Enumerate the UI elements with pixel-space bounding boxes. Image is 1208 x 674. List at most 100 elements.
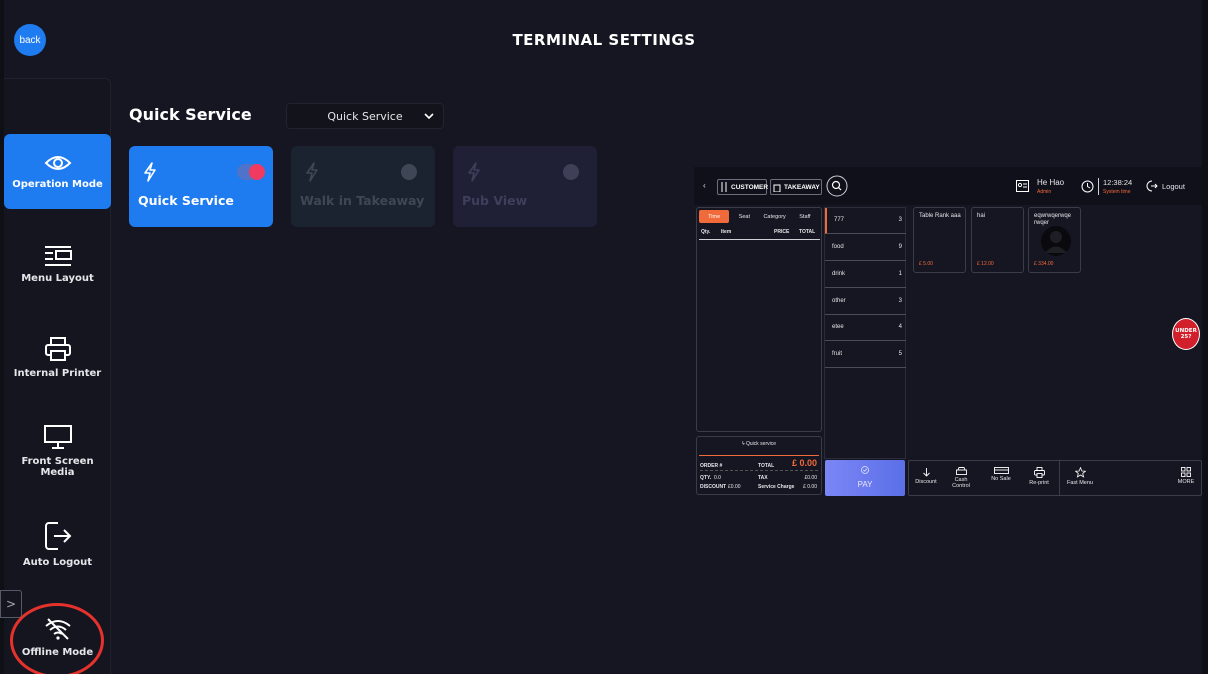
select-value: Quick Service xyxy=(327,109,403,123)
preview-action-fast-menu: Fast Menu xyxy=(1061,466,1099,486)
lightning-icon xyxy=(468,162,480,182)
mode-card-label: Walk in Takeaway xyxy=(300,193,425,208)
lightning-icon xyxy=(144,162,156,182)
chevron-right-icon: > xyxy=(5,597,17,611)
sidebar: Operation Mode Menu Layout Internal Prin… xyxy=(4,78,111,674)
preview-product-card: Table Rank aaa £ 5.00 xyxy=(913,207,966,273)
preview-user-role: Admin xyxy=(1037,189,1052,195)
toggle-knob xyxy=(249,164,265,180)
preview-col-total: TOTAL xyxy=(799,229,816,235)
preview-discount-label: DISCOUNT xyxy=(700,484,727,490)
toggle-switch[interactable] xyxy=(237,164,265,180)
preview-time: 12:38:24 xyxy=(1103,178,1133,187)
preview-category-item: drink 1 xyxy=(825,262,906,288)
preview-service-value: £ 0.00 xyxy=(803,484,817,490)
preview-mode-label: ϟ Quick service xyxy=(741,441,777,447)
id-card-icon xyxy=(1016,180,1029,192)
preview-category-item: etee 4 xyxy=(825,315,906,341)
preview-order-tab: Staff xyxy=(799,213,811,220)
window-right-edge xyxy=(1202,0,1208,674)
cutlery-icon xyxy=(721,182,727,192)
preview-order-tab: Time xyxy=(699,210,730,223)
preview-tax-value: £0.00 xyxy=(804,475,817,481)
preview-qty-label: QTY. xyxy=(700,475,712,481)
sidebar-item-internal-printer[interactable]: Internal Printer xyxy=(4,320,111,395)
preview-customer-button: CUSTOMER xyxy=(717,179,769,195)
search-icon xyxy=(826,175,848,197)
mode-card-label: Pub View xyxy=(462,193,528,208)
preview-order-tab: Seat xyxy=(738,213,751,220)
preview-category-item: food 9 xyxy=(825,235,906,261)
preview-takeaway-label: TAKEAWAY xyxy=(784,183,820,191)
preview-total-label: TOTAL xyxy=(758,463,775,469)
preview-topbar: ‹ CUSTOMER TAKEAWAY He Hao Admin 12:38:2… xyxy=(694,167,1202,205)
sidebar-item-label: Front Screen Media xyxy=(21,455,94,478)
preview-action-no-sale: No Sale xyxy=(985,467,1017,482)
toggle-knob xyxy=(401,164,417,180)
pos-preview: ‹ CUSTOMER TAKEAWAY He Hao Admin 12:38:2… xyxy=(694,167,1202,497)
sidebar-item-auto-logout[interactable]: Auto Logout xyxy=(4,507,111,582)
preview-category-item: 777 3 xyxy=(825,208,906,234)
printer-icon xyxy=(44,337,71,361)
preview-action-reprint: Re-print xyxy=(1023,467,1055,486)
bag-icon xyxy=(773,184,781,192)
preview-product-card: eqwrwqerwqe rwqer £ 334.00 xyxy=(1028,207,1081,273)
preview-order-tab: Category xyxy=(763,213,786,220)
preview-time-label: System time xyxy=(1103,189,1131,195)
preview-product-price: £ 5.00 xyxy=(919,261,933,267)
preview-col-qty: Qty. xyxy=(701,229,711,235)
clock-icon xyxy=(1081,180,1094,193)
toggle-switch[interactable] xyxy=(561,164,587,180)
preview-category-item: fruit 5 xyxy=(825,342,906,368)
logout-icon xyxy=(44,522,71,550)
preview-order-summary: ϟ Quick service ORDER # TOTAL £ 0.00 QTY… xyxy=(696,436,822,495)
sidebar-item-front-screen-media[interactable]: Front Screen Media xyxy=(4,413,111,488)
mode-card-walk-in-takeaway[interactable]: Walk in Takeaway xyxy=(291,146,435,227)
printer-icon xyxy=(1033,467,1045,478)
preview-order-header: Qty. Item PRICE TOTAL xyxy=(699,226,820,240)
logout-icon xyxy=(1146,180,1158,192)
preview-action-discount: Discount xyxy=(911,467,941,485)
eye-icon xyxy=(44,156,71,170)
operation-mode-select[interactable]: Quick Service xyxy=(286,103,444,129)
sidebar-item-label: Auto Logout xyxy=(22,557,93,568)
preview-col-item: Item xyxy=(721,229,732,235)
preview-discount-value: £0.00 xyxy=(728,484,741,490)
preview-category-item: other 3 xyxy=(825,289,906,315)
sidebar-collapse-button[interactable]: > xyxy=(0,590,22,618)
under-25-badge: UNDER 25? xyxy=(1172,318,1200,350)
mode-card-quick-service[interactable]: Quick Service xyxy=(129,146,273,227)
toggle-switch[interactable] xyxy=(399,164,425,180)
chevron-down-icon xyxy=(424,113,434,120)
preview-action-cash-control: Cash Control xyxy=(945,467,977,489)
mode-card-pub-view[interactable]: Pub View xyxy=(453,146,597,227)
page-title: TERMINAL SETTINGS xyxy=(512,31,696,49)
sidebar-item-label: Internal Printer xyxy=(13,368,102,379)
preview-service-label: Service Charge xyxy=(758,484,795,490)
preview-pay-button: PAY xyxy=(825,460,905,496)
grid-icon xyxy=(1181,467,1191,477)
preview-col-price: PRICE xyxy=(774,229,790,235)
preview-dashed-divider xyxy=(700,470,818,471)
preview-product-card: hai £ 12.00 xyxy=(971,207,1024,273)
preview-user-name: He Hao xyxy=(1037,178,1065,187)
preview-product-name: Table Rank aaa xyxy=(919,213,961,219)
cash-drawer-icon xyxy=(955,467,967,475)
preview-product-price: £ 334.00 xyxy=(1034,261,1054,267)
preview-tax-label: TAX xyxy=(758,475,768,481)
sidebar-item-label: Operation Mode xyxy=(12,179,103,190)
preview-pay-label: PAY xyxy=(857,480,873,489)
avatar xyxy=(1041,226,1071,256)
preview-action-more: MORE xyxy=(1171,467,1201,485)
mode-card-label: Quick Service xyxy=(138,193,234,208)
sidebar-item-menu-layout[interactable]: Menu Layout xyxy=(4,227,111,302)
preview-category-list: 777 3 food 9 drink 1 other 3 etee 4 fruit 5 xyxy=(824,207,906,459)
sidebar-item-operation-mode[interactable]: Operation Mode xyxy=(4,134,111,209)
preview-logout-label: Logout xyxy=(1162,182,1185,191)
preview-action-divider xyxy=(1059,461,1060,495)
preview-back-icon: ‹ xyxy=(703,181,706,190)
lightning-icon xyxy=(306,162,318,182)
preview-customer-label: CUSTOMER xyxy=(731,183,769,191)
lightning-icon: ϟ xyxy=(741,441,745,447)
preview-order-panel: Time Seat Category Staff Qty. Item PRICE… xyxy=(696,207,822,432)
